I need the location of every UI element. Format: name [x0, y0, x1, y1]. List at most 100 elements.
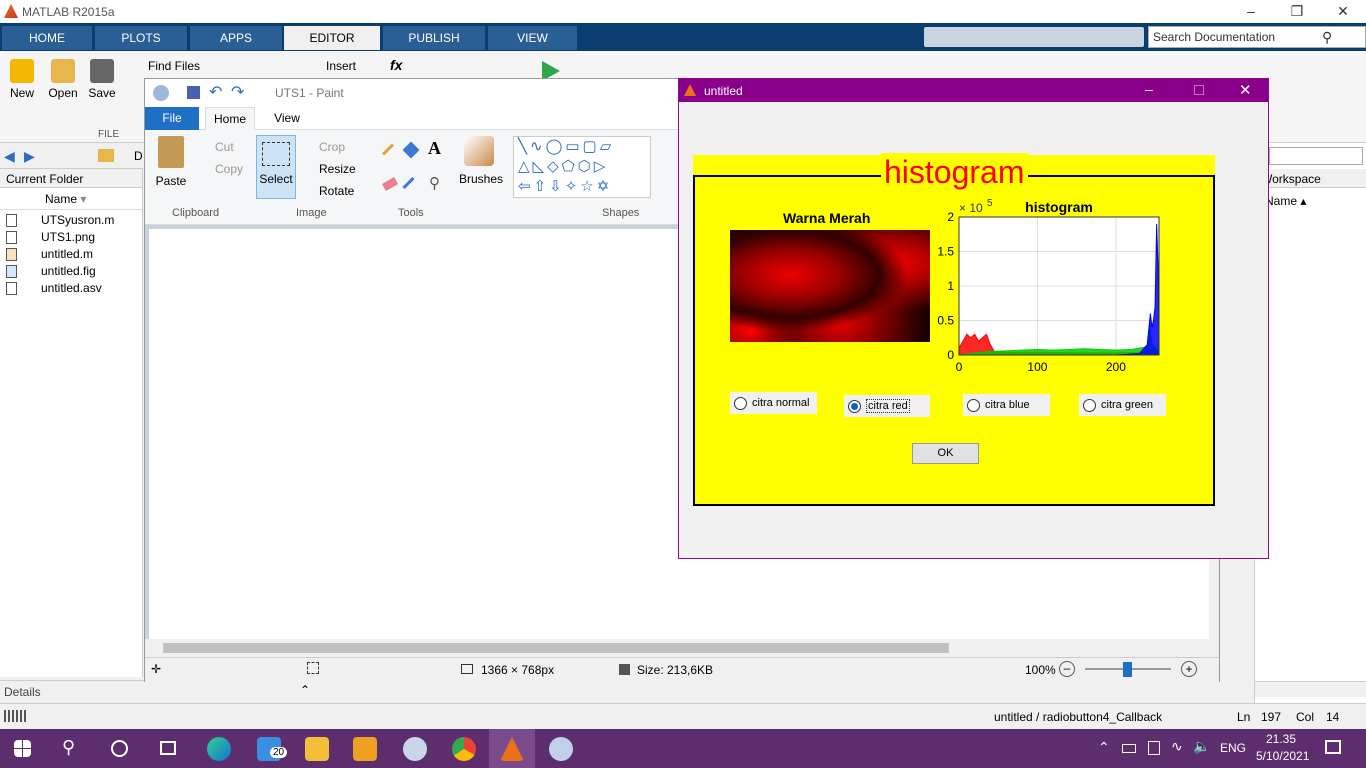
radio-citra-normal[interactable]: citra normal: [730, 392, 817, 414]
undo-icon[interactable]: ↶: [209, 82, 222, 102]
wifi-icon[interactable]: ∿: [1171, 738, 1183, 755]
tab-plots[interactable]: PLOTS: [95, 26, 187, 50]
col-label: Col: [1296, 710, 1315, 724]
edge-icon[interactable]: [207, 737, 231, 761]
language-indicator[interactable]: ENG: [1220, 741, 1246, 755]
maximize-button[interactable]: [1194, 85, 1204, 95]
horizontal-scrollbar[interactable]: [145, 639, 1209, 657]
tab-view[interactable]: View: [265, 107, 309, 130]
tab-file[interactable]: File: [145, 107, 199, 130]
zoom-in-button[interactable]: +: [1181, 661, 1197, 677]
forward-arrow-icon[interactable]: ▶: [24, 148, 35, 165]
file-item[interactable]: untitled.asv: [0, 281, 142, 298]
matlab-logo-icon: [684, 84, 696, 96]
find-files-button[interactable]: Find Files: [148, 59, 200, 73]
ok-button[interactable]: OK: [912, 443, 979, 464]
workspace-name-header[interactable]: Name ▴: [1265, 194, 1306, 208]
back-arrow-icon[interactable]: ◀: [4, 148, 15, 165]
tab-publish[interactable]: PUBLISH: [383, 26, 485, 50]
search-documentation-input[interactable]: Search Documentation: [1148, 26, 1366, 48]
paint-taskbar-icon[interactable]: [403, 737, 427, 761]
cut-button[interactable]: Cut: [215, 140, 234, 154]
file-explorer-icon[interactable]: [305, 737, 329, 761]
fill-icon[interactable]: [402, 141, 420, 159]
matlab-statusbar: untitled / radiobutton4_Callback Ln 197 …: [0, 703, 1366, 729]
tab-home[interactable]: Home: [205, 107, 255, 131]
new-button[interactable]: New: [6, 59, 38, 100]
rotate-button[interactable]: Rotate: [319, 184, 354, 198]
horizontal-scrollbar[interactable]: [1255, 681, 1366, 697]
notification-icon[interactable]: [1325, 740, 1341, 754]
file-item[interactable]: untitled.fig: [0, 264, 142, 281]
y-tick-label: 1: [947, 279, 954, 293]
asv-file-icon: [6, 282, 17, 295]
ln-value: 197: [1261, 710, 1282, 724]
file-size-icon: [619, 664, 630, 675]
matlab-logo-icon: [4, 4, 18, 18]
name-column-header[interactable]: Name ▾: [0, 188, 142, 210]
restore-button[interactable]: ❐: [1274, 0, 1320, 23]
shapes-gallery[interactable]: ╲∿◯▭▢▱ △◺◇⬠⬡▷ ⇦⇧⇩✧☆✡: [513, 136, 651, 198]
radio-citra-red[interactable]: citra red: [844, 395, 930, 417]
tab-home[interactable]: HOME: [2, 26, 92, 50]
open-button[interactable]: Open: [46, 59, 80, 100]
battery-icon[interactable]: [1122, 744, 1136, 753]
radio-citra-blue[interactable]: citra blue: [963, 394, 1050, 416]
color-picker-icon[interactable]: [402, 176, 415, 190]
crop-button[interactable]: Crop: [319, 140, 345, 154]
eraser-icon[interactable]: [381, 177, 399, 191]
media-player-icon[interactable]: [353, 737, 377, 761]
magnifier-icon[interactable]: ⚲: [429, 174, 440, 192]
clock-date[interactable]: 5/10/2021: [1256, 749, 1309, 763]
network-icon[interactable]: [1148, 741, 1160, 755]
address-bar: ◀ ▶ D: [0, 143, 143, 169]
task-view-icon[interactable]: [160, 741, 176, 755]
clock-time[interactable]: 21.35: [1266, 732, 1296, 746]
file-item[interactable]: UTSyusron.m: [0, 213, 142, 230]
scroll-thumb[interactable]: [163, 643, 949, 653]
details-panel[interactable]: Details ⌃: [0, 680, 320, 701]
search-icon[interactable]: ⚲: [1322, 29, 1332, 46]
save-button[interactable]: Save: [86, 59, 118, 100]
tab-editor[interactable]: EDITOR: [284, 26, 380, 50]
folder-icon: [51, 59, 75, 83]
zoom-out-button[interactable]: –: [1059, 661, 1075, 677]
chrome-icon[interactable]: [452, 737, 476, 761]
search-icon[interactable]: ⚲: [62, 737, 75, 758]
x-tick-label: 0: [956, 360, 963, 374]
redo-icon[interactable]: ↷: [231, 82, 244, 102]
copy-button[interactable]: Copy: [215, 162, 243, 176]
text-icon[interactable]: A: [428, 138, 441, 159]
path-fragment[interactable]: D: [134, 149, 143, 163]
insert-button[interactable]: Insert: [326, 59, 356, 73]
radio-dot-icon: [967, 399, 980, 412]
radio-dot-icon: [1083, 399, 1096, 412]
minimize-button[interactable]: –: [1228, 0, 1274, 23]
save-icon[interactable]: [187, 86, 200, 99]
chevron-up-icon[interactable]: ⌃: [300, 683, 310, 697]
pencil-icon[interactable]: [381, 143, 395, 156]
tab-view[interactable]: VIEW: [488, 26, 577, 50]
clipboard-group-label: Clipboard: [172, 207, 220, 219]
paint-app-taskbar-icon[interactable]: [549, 737, 573, 761]
chevron-up-icon[interactable]: ⌃: [1098, 739, 1110, 756]
cortana-icon[interactable]: [111, 740, 128, 757]
close-button[interactable]: ✕: [1320, 0, 1366, 23]
paste-button[interactable]: Paste: [155, 136, 187, 188]
resize-button[interactable]: Resize: [319, 162, 356, 176]
windows-start-icon[interactable]: [14, 740, 31, 757]
paint-title: UTS1 - Paint: [275, 86, 344, 100]
close-button[interactable]: ✕: [1239, 81, 1252, 99]
fx-button[interactable]: fx: [390, 57, 402, 73]
minimize-button[interactable]: –: [1145, 81, 1153, 97]
select-button[interactable]: Select: [256, 135, 296, 199]
volume-icon[interactable]: 🔈: [1193, 738, 1210, 755]
zoom-slider-thumb[interactable]: [1123, 662, 1132, 677]
radio-citra-green[interactable]: citra green: [1079, 394, 1166, 416]
tab-apps[interactable]: APPS: [190, 26, 282, 50]
file-item[interactable]: UTS1.png: [0, 230, 142, 247]
matlab-titlebar: MATLAB R2015a – ❐ ✕: [0, 0, 1366, 23]
workspace-search[interactable]: [1269, 147, 1363, 165]
brushes-button[interactable]: Brushes: [459, 136, 503, 186]
file-item[interactable]: untitled.m: [0, 247, 142, 264]
